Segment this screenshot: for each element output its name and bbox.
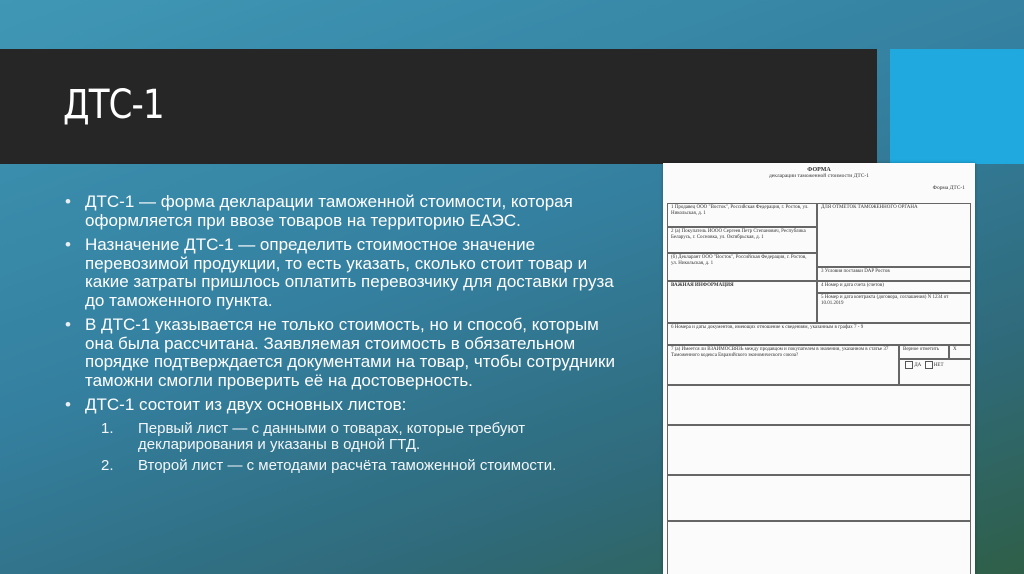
bullet-icon: •	[65, 395, 71, 414]
checkbox-icon	[905, 361, 913, 369]
yes-label: ДА	[914, 363, 922, 369]
form-cell: (б) Декларант ООО "Восток", Российская Ф…	[667, 253, 817, 281]
form-cell: X	[949, 345, 971, 359]
form-cell	[667, 521, 971, 574]
numbered-item: 1. Первый лист — с данными о товарах, кот…	[63, 419, 623, 454]
form-cell	[667, 475, 971, 521]
checkbox-icon	[924, 361, 933, 369]
bullet-item: • Назначение ДТС-1 — определить стоимостн…	[63, 235, 623, 310]
form-cell: Верное отметить	[899, 345, 949, 359]
form-cell: ДЛЯ ОТМЕТОК ТАМОЖЕННОГО ОРГАНА	[817, 203, 971, 267]
dts1-form-image: ФОРМА декларации таможенной стоимости ДТ…	[663, 163, 975, 574]
form-cell: 5 Номер и дата контракта (договора, согл…	[817, 293, 971, 323]
bullet-icon: •	[65, 235, 71, 254]
slide-body: • ДТС-1 — форма декларации таможенной сто…	[63, 192, 623, 478]
bullet-icon: •	[65, 192, 71, 211]
form-cell: 7 (а) Имеется ли ВЗАИМОСВЯЗЬ между прода…	[667, 345, 899, 385]
bullet-text: ДТС-1 состоит из двух основных листов:	[85, 395, 407, 414]
form-label: Форма ДТС-1	[932, 185, 965, 191]
item-number: 1.	[101, 419, 114, 437]
form-cell: ВАЖНАЯ ИНФОРМАЦИЯ	[667, 281, 817, 323]
bullet-item: • ДТС-1 — форма декларации таможенной сто…	[63, 192, 623, 230]
form-cell: 1 Продавец ООО "Восток", Российская Феде…	[667, 203, 817, 227]
accent-block	[890, 49, 1024, 164]
bullet-item: • ДТС-1 состоит из двух основных листов:	[63, 395, 623, 415]
numbered-item: 2. Второй лист — с методами расчёта тамож…	[63, 456, 623, 475]
form-cell: 6 Номера и даты документов, имеющих отно…	[667, 323, 971, 345]
bullet-item: • В ДТС-1 указывается не только стоимость…	[63, 315, 623, 390]
form-cell: 2 (а) Покупатель ИООО Сергеев Петр Степа…	[667, 227, 817, 253]
bullet-text: Назначение ДТС-1 — определить стоимостно…	[85, 235, 614, 310]
item-text: Второй лист — с методами расчёта таможен…	[138, 456, 557, 474]
no-label: НЕТ	[933, 363, 944, 369]
item-number: 2.	[101, 456, 114, 474]
slide-title: ДТС-1	[63, 82, 165, 128]
form-cell	[667, 385, 971, 425]
form-cell	[667, 425, 971, 475]
form-subheading: декларации таможенной стоимости ДТС-1	[769, 173, 869, 179]
form-cell: 4 Номер и дата счета (счетов)	[817, 281, 971, 293]
form-cell: ДА НЕТ	[899, 359, 971, 385]
form-cell: 3 Условия поставки DAP Ростов	[817, 267, 971, 281]
bullet-icon: •	[65, 315, 71, 334]
bullet-text: ДТС-1 — форма декларации таможенной стои…	[85, 192, 573, 230]
item-text: Первый лист — с данными о товарах, котор…	[138, 419, 526, 453]
bullet-text: В ДТС-1 указывается не только стоимость,…	[85, 315, 615, 390]
